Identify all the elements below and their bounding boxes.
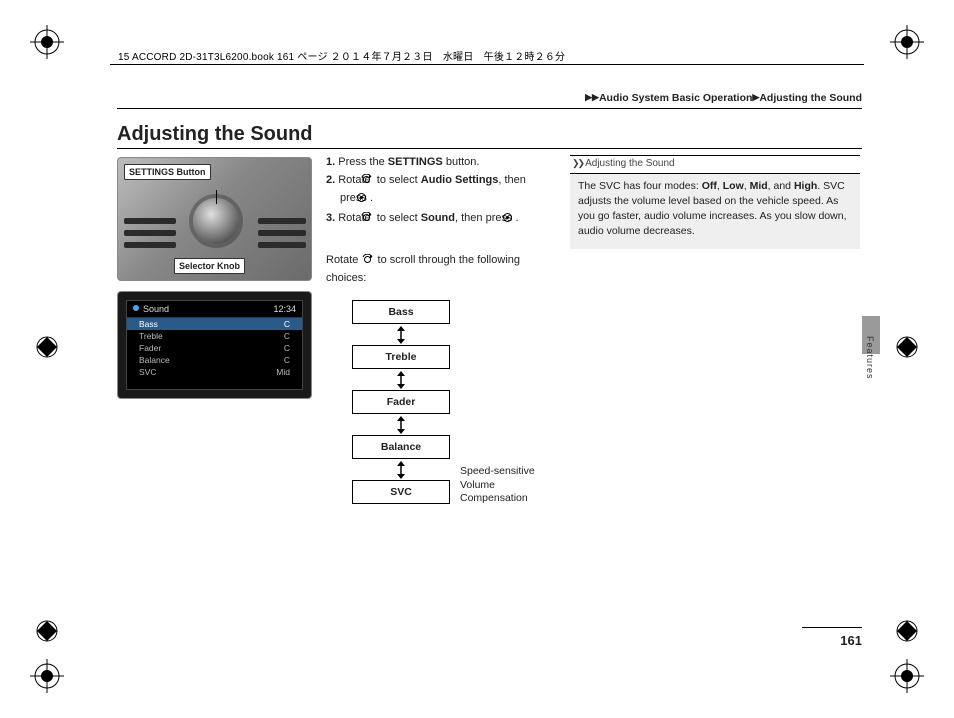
- step-2: 2. Rotate to select Audio Settings, then…: [326, 173, 551, 209]
- breadcrumb-b: Adjusting the Sound: [759, 92, 862, 104]
- sidebar-body: The SVC has four modes: Off, Low, Mid, a…: [570, 174, 860, 250]
- flow-table: Bass Treble Fader Balance SVC: [352, 300, 450, 504]
- crop-mark-icon: [30, 330, 64, 364]
- steps-column: 1. Press the SETTINGS button. 2. Rotate …: [326, 155, 551, 287]
- screen-photo: Sound 12:34 BassC TrebleC FaderC Balance…: [117, 291, 312, 399]
- rule: [117, 108, 862, 109]
- flow-cell: Balance: [352, 435, 450, 459]
- updown-arrow-icon: [352, 414, 450, 435]
- breadcrumb-a: Audio System Basic Operation: [599, 92, 752, 104]
- after-steps: Rotate to scroll through the following c…: [326, 253, 551, 287]
- crop-mark-icon: [30, 659, 64, 693]
- callout-settings: SETTINGS Button: [124, 164, 211, 180]
- updown-arrow-icon: [352, 369, 450, 390]
- crop-mark-icon: [890, 614, 924, 648]
- header-rule: [110, 64, 864, 65]
- screen-row: TrebleC: [127, 330, 302, 342]
- doc-header: 15 ACCORD 2D-31T3L6200.book 161 ページ ２０１４…: [118, 48, 565, 63]
- crop-mark-icon: [890, 330, 924, 364]
- step-3: 3. Rotate to select Sound, then press .: [326, 211, 551, 229]
- rule: [802, 627, 862, 628]
- dashboard-photo: SETTINGS Button Selector Knob: [117, 157, 312, 281]
- sidebar: ❯❯Adjusting the Sound The SVC has four m…: [570, 155, 860, 249]
- rule: [117, 148, 862, 149]
- callout-knob: Selector Knob: [174, 258, 245, 274]
- svc-note: Speed-sensitive Volume Compensation: [460, 465, 560, 506]
- chevron-icon: ❯❯: [572, 158, 583, 168]
- step-1: 1. Press the SETTINGS button.: [326, 155, 551, 171]
- flow-cell: Treble: [352, 345, 450, 369]
- selector-knob-icon: [193, 198, 239, 244]
- page-title: Adjusting the Sound: [117, 123, 313, 146]
- updown-arrow-icon: [352, 459, 450, 480]
- sidebar-heading: ❯❯Adjusting the Sound: [570, 155, 860, 174]
- crop-mark-icon: [890, 25, 924, 59]
- screen-row: BassC: [127, 318, 302, 330]
- screen-title: Sound: [143, 304, 169, 314]
- triangle-icon: ▶▶: [585, 92, 599, 102]
- flow-cell: Bass: [352, 300, 450, 324]
- crop-mark-icon: [30, 25, 64, 59]
- screen-row: SVCMid: [127, 366, 302, 378]
- flow-cell: Fader: [352, 390, 450, 414]
- page-number: 161: [840, 633, 862, 648]
- screen-row: BalanceC: [127, 354, 302, 366]
- crop-mark-icon: [890, 659, 924, 693]
- screen-clock: 12:34: [273, 304, 296, 314]
- breadcrumb: ▶▶Audio System Basic Operation▶Adjusting…: [585, 92, 862, 104]
- updown-arrow-icon: [352, 324, 450, 345]
- figure-column: SETTINGS Button Selector Knob Sound 12:3…: [117, 157, 312, 399]
- dot-icon: [133, 305, 139, 311]
- screen-row: FaderC: [127, 342, 302, 354]
- section-tab-label: Features: [865, 336, 875, 380]
- dial-icon: [361, 254, 374, 271]
- crop-mark-icon: [30, 614, 64, 648]
- flow-cell: SVC: [352, 480, 450, 504]
